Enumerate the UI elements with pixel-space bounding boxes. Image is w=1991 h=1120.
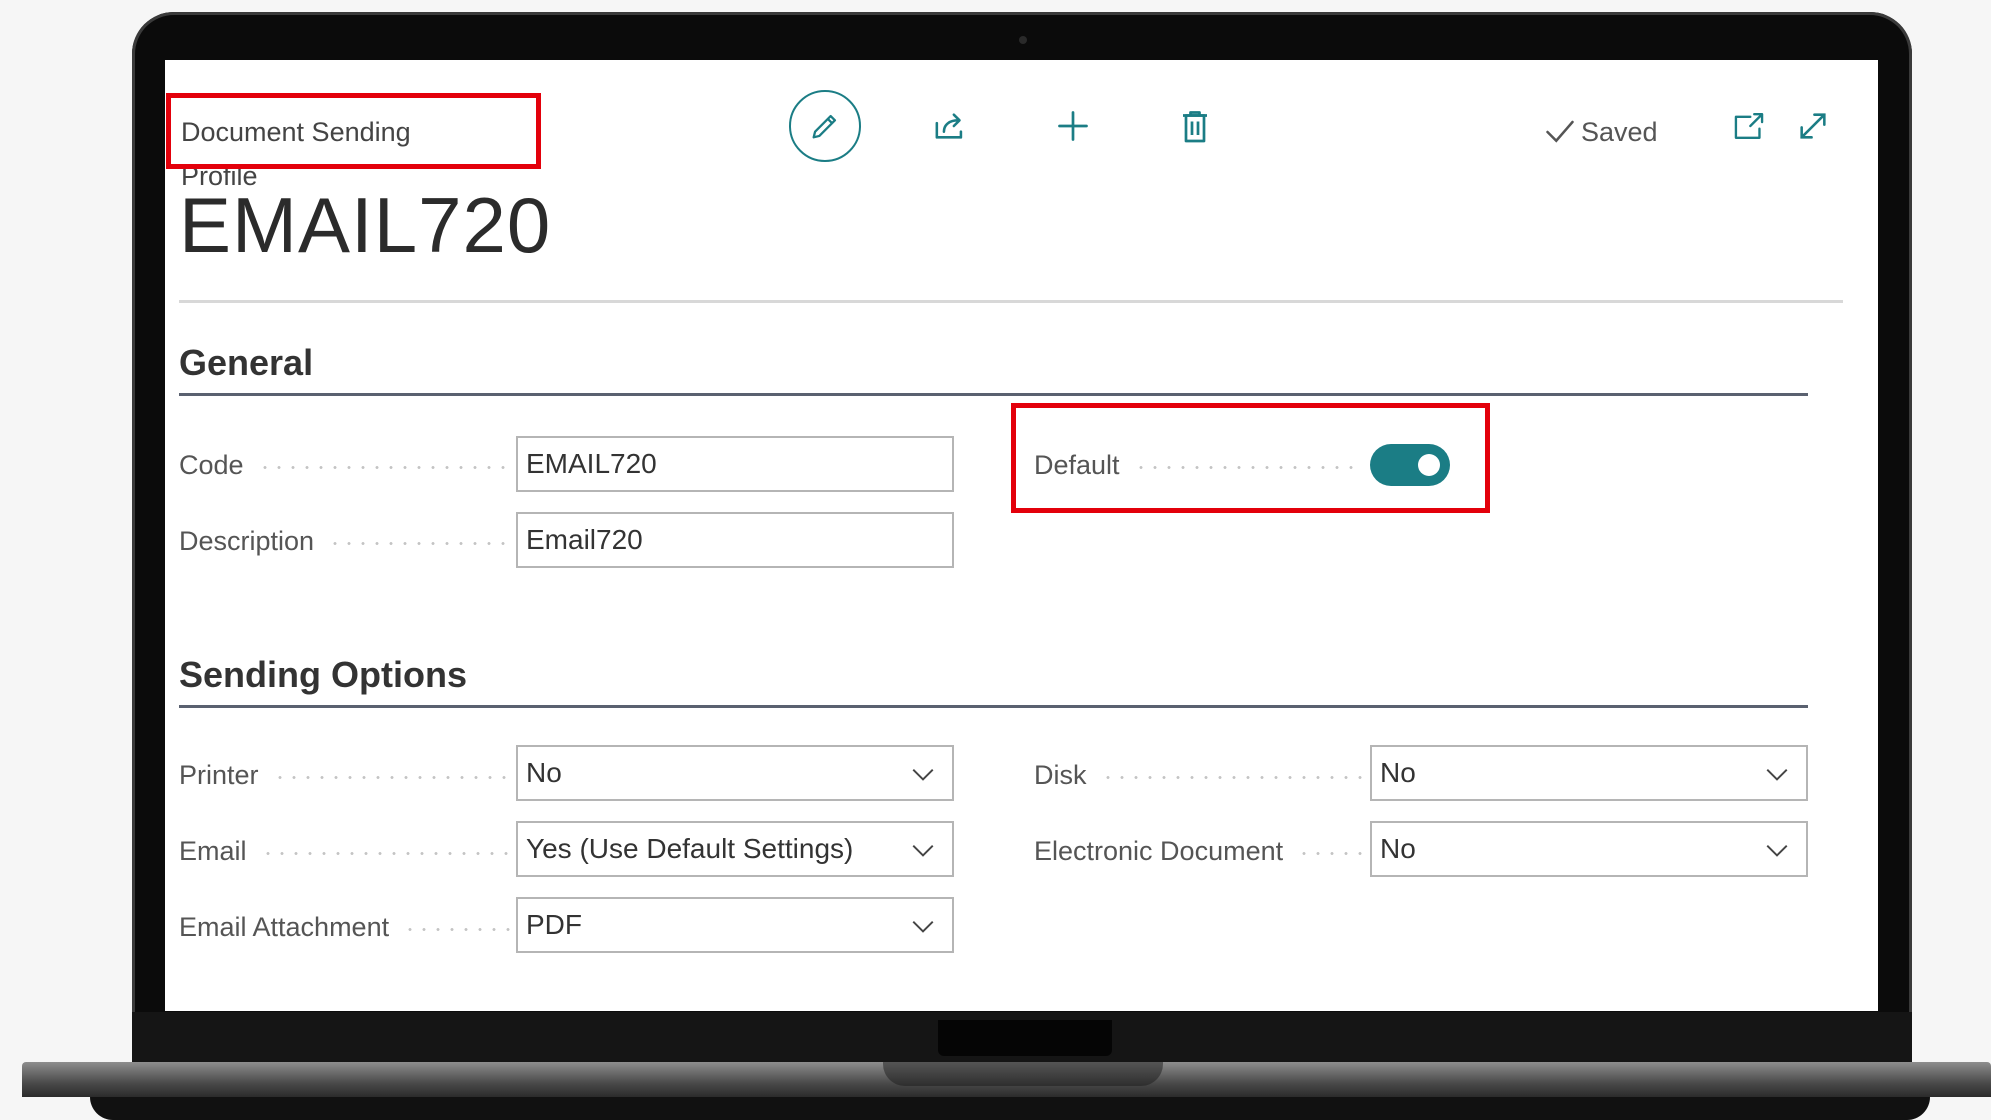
checkmark-icon [1546,120,1574,143]
delete-button[interactable] [1177,106,1213,146]
chevron-down-icon [1766,844,1788,857]
chevron-down-icon [1766,768,1788,781]
email-value: Yes (Use Default Settings) [526,833,854,864]
default-label: Default [1034,445,1366,485]
page-title: EMAIL720 [179,181,552,269]
disk-select[interactable]: No [1370,745,1808,801]
description-input[interactable]: Email720 [516,512,954,568]
email-label: Email [179,831,519,871]
section-line-sending-options [179,705,1808,708]
saved-label: Saved [1581,116,1658,147]
electronic-document-label: Electronic Document [1034,831,1374,871]
printer-label: Printer [179,755,519,795]
saved-status: Saved [1545,110,1658,154]
disk-value: No [1380,757,1416,788]
section-line-general [179,393,1808,396]
section-title-sending-options[interactable]: Sending Options [179,654,467,696]
open-in-new-window-icon [1734,113,1764,139]
toggle-knob [1418,454,1440,476]
share-icon [935,113,963,139]
description-label: Description [179,521,519,561]
page-header: Document Sending Profile Saved EMAIL720 [165,60,1878,300]
expand-icon [1800,113,1826,139]
camera-dot [1019,36,1027,44]
chevron-down-icon [912,844,934,857]
disk-label: Disk [1034,755,1374,795]
email-attachment-value: PDF [526,909,582,940]
header-divider [179,300,1843,303]
electronic-document-select[interactable]: No [1370,821,1808,877]
code-input[interactable]: EMAIL720 [516,436,954,492]
share-button[interactable] [929,106,973,146]
breadcrumb[interactable]: Document Sending Profile [179,110,447,191]
printer-select[interactable]: No [516,745,954,801]
email-attachment-label: Email Attachment [179,907,519,947]
printer-value: No [526,757,562,788]
open-in-new-window-button[interactable] [1730,108,1768,144]
laptop-notch [938,1020,1112,1056]
edit-button[interactable] [789,90,861,162]
screen: Document Sending Profile Saved EMAIL720 … [165,60,1878,1011]
default-toggle[interactable] [1370,444,1450,486]
expand-button[interactable] [1793,106,1833,146]
laptop-foot [90,1097,1930,1120]
chevron-down-icon [912,768,934,781]
trash-icon [1183,111,1207,143]
laptop-base-groove [883,1062,1163,1086]
new-button[interactable] [1053,106,1093,146]
email-attachment-select[interactable]: PDF [516,897,954,953]
section-title-general[interactable]: General [179,342,313,384]
pencil-icon [812,114,837,139]
electronic-document-value: No [1380,833,1416,864]
code-label: Code [179,445,519,485]
email-select[interactable]: Yes (Use Default Settings) [516,821,954,877]
plus-icon [1058,111,1088,141]
chevron-down-icon [912,920,934,933]
